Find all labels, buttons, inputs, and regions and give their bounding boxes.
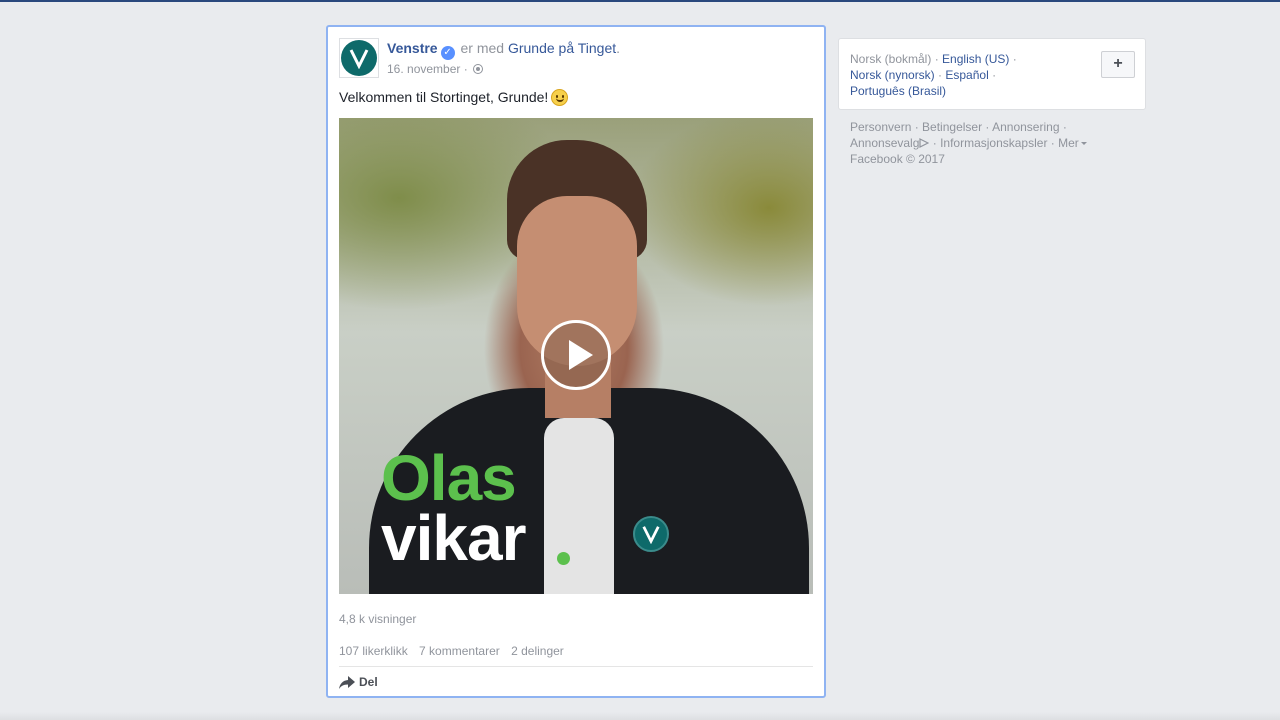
venstre-pin-icon (633, 516, 669, 552)
video-overlay-line2: vikar (381, 502, 526, 574)
verified-badge-icon: ✓ (440, 46, 455, 60)
post-header-line: Venstre ✓ er med Grunde på Tinget. (387, 40, 620, 60)
lang-sep: · (938, 68, 943, 82)
header-period: . (616, 40, 621, 56)
share-arrow-icon (339, 675, 355, 689)
likes-count-link[interactable]: 107 likerklikk (339, 644, 408, 658)
post-message-text: Velkommen til Stortinget, Grunde! (339, 89, 549, 105)
language-option-nynorsk[interactable]: Norsk (nynorsk) (850, 68, 935, 82)
author-link[interactable]: Venstre (387, 40, 438, 56)
language-list: Norsk (bokmål) · English (US) · Norsk (n… (850, 51, 1050, 99)
language-current: Norsk (bokmål) (850, 52, 932, 66)
top-bar-line (0, 0, 1280, 2)
post-message: Velkommen til Stortinget, Grunde! (339, 89, 569, 106)
footer-links: Personvern · Betingelser · Annonsering ·… (850, 119, 1150, 167)
tagged-page-link[interactable]: Grunde på Tinget (508, 40, 616, 56)
globe-icon[interactable] (473, 64, 484, 74)
language-option-english[interactable]: English (US) (942, 52, 1009, 66)
video-player[interactable]: Olas vikar (339, 118, 813, 594)
post-date[interactable]: 16. november (387, 62, 460, 76)
smiley-emoji-icon (551, 89, 569, 106)
footer-link-personvern[interactable]: Personvern (850, 120, 911, 134)
footer-link-annonsevalg[interactable]: Annonsevalg (850, 136, 919, 150)
copyright: Facebook © 2017 (850, 152, 945, 166)
footer-link-annonsering[interactable]: Annonsering (992, 120, 1059, 134)
lang-sep: · (992, 68, 997, 82)
chevron-down-icon (1080, 142, 1087, 145)
lang-sep: · (934, 52, 939, 66)
comments-count-link[interactable]: 7 kommentarer (419, 644, 500, 658)
footer-link-betingelser[interactable]: Betingelser (922, 120, 982, 134)
action-divider (339, 666, 813, 667)
bottom-shade (0, 712, 1280, 720)
add-language-button[interactable]: + (1101, 51, 1135, 78)
shares-count-link[interactable]: 2 delinger (511, 644, 564, 658)
view-count: 4,8 k visninger (339, 612, 417, 626)
lang-sep: · (1012, 52, 1017, 66)
play-button-icon[interactable] (541, 320, 611, 390)
engagement-stats: 107 likerklikk 7 kommentarer 2 delinger (339, 644, 572, 658)
post-card: Venstre ✓ er med Grunde på Tinget. 16. no… (326, 25, 826, 698)
footer-link-mer[interactable]: Mer (1058, 136, 1079, 150)
post-header: Venstre ✓ er med Grunde på Tinget. 16. no… (339, 38, 813, 80)
venstre-logo-icon (341, 40, 377, 76)
language-selector-box: Norsk (bokmål) · English (US) · Norsk (n… (838, 38, 1146, 110)
video-overlay-line1: Olas (381, 442, 517, 514)
share-label: Del (359, 675, 378, 689)
language-option-portugues[interactable]: Português (Brasil) (850, 84, 946, 98)
language-option-espanol[interactable]: Español (945, 68, 988, 82)
adchoices-icon (919, 138, 930, 148)
with-text: er med (460, 40, 505, 56)
meta-separator: · (463, 62, 468, 76)
post-meta: 16. november · (387, 62, 484, 76)
footer-link-informasjonskapsler[interactable]: Informasjonskapsler (940, 136, 1047, 150)
share-button[interactable]: Del (339, 675, 378, 689)
page-avatar[interactable] (339, 38, 379, 78)
video-figure-shirt (544, 418, 614, 594)
video-overlay-dot (557, 552, 570, 565)
